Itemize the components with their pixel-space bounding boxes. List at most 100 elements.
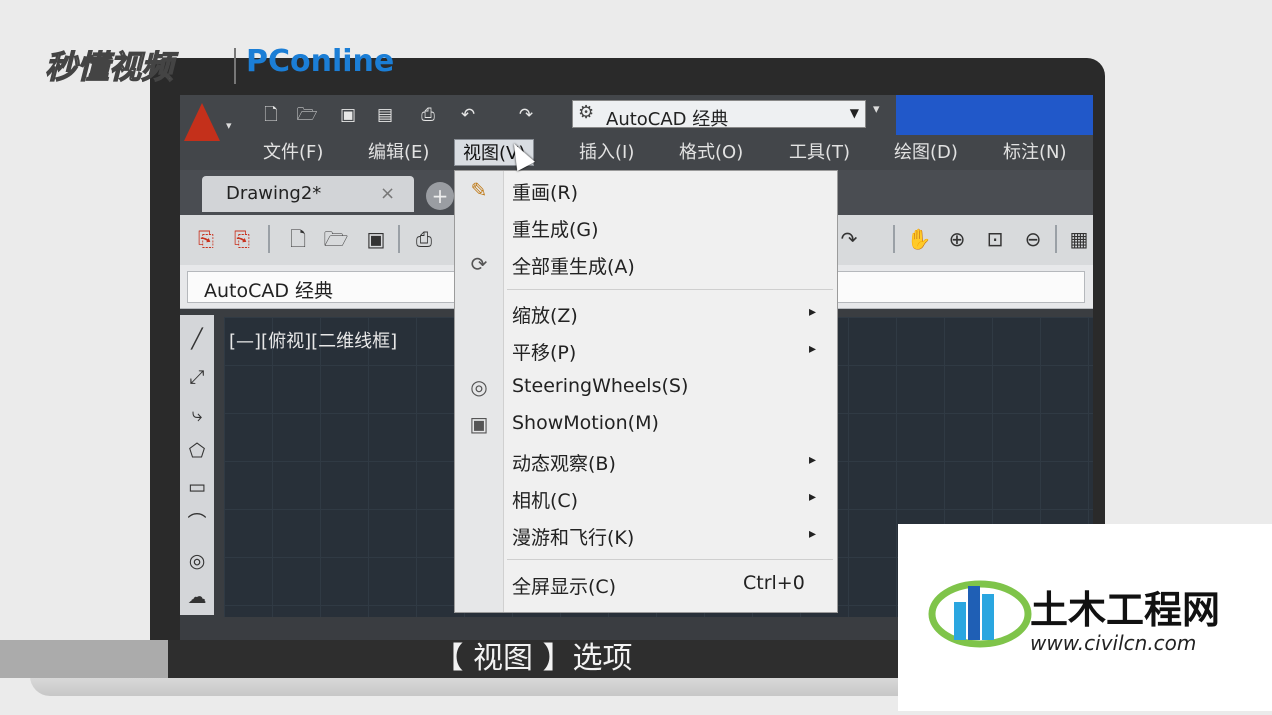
menu-tools[interactable]: 工具(T) [781,139,858,166]
zoom-previous-icon[interactable]: ⊖ [1019,225,1047,253]
toolbar-separator [268,225,270,253]
menu-dimension[interactable]: 标注(N) [995,139,1075,166]
submenu-arrow-icon: ▸ [809,489,817,505]
menu-item-camera[interactable]: 相机(C) ▸ [455,481,837,515]
new-icon[interactable]: 🗋 [284,225,312,253]
brand-url: www.civilcn.com [1030,631,1196,655]
menu-item-steeringwheels[interactable]: ◎ SteeringWheels(S) [455,370,837,404]
construction-line-icon[interactable]: ⤢ [185,365,209,389]
menu-item-label: 重画(R) [512,182,579,204]
civilcn-logo-panel: 土木工程网 www.civilcn.com [898,524,1272,711]
open-icon[interactable]: 🗁 [294,103,320,127]
menu-insert[interactable]: 插入(I) [571,139,642,166]
save-as-icon[interactable]: ▤ [372,103,398,127]
new-icon[interactable]: 🗋 [258,103,284,127]
menu-item-orbit[interactable]: 动态观察(B) ▸ [455,444,837,478]
miaodong-watermark: 秒懂视频 [44,47,174,86]
civilcn-logo: 土木工程网 www.civilcn.com [928,580,1220,655]
tab-label: Drawing2* [226,183,322,204]
rectangle-icon[interactable]: ▭ [185,475,209,499]
polygon-icon[interactable]: ⬠ [185,439,209,463]
print-icon[interactable]: ⎙ [410,225,438,253]
logo-building [982,594,994,640]
menu-item-label: ShowMotion(M) [512,412,659,434]
menu-item-label: 漫游和飞行(K) [512,527,635,549]
chevron-down-icon: ▾ [226,119,232,132]
menu-item-label: 缩放(Z) [512,305,578,327]
polyline-icon[interactable]: ⤷ [185,403,209,427]
menu-file[interactable]: 文件(F) [255,139,331,166]
menu-item-redraw[interactable]: ✎ 重画(R) [455,173,837,207]
toolbar-separator [1055,225,1057,253]
draw-toolbar: ╱ ⤢ ⤷ ⬠ ▭ ⌒ ◎ ☁ [180,315,214,615]
pdf-import-icon[interactable]: ⎘ [228,225,256,253]
menu-item-label: SteeringWheels(S) [512,375,689,397]
save-icon[interactable]: ▣ [335,103,361,127]
menu-item-regen-all[interactable]: ⟳ 全部重生成(A) [455,247,837,281]
customize-qat-icon[interactable]: ▾ [873,102,880,117]
redraw-icon: ✎ [470,178,488,202]
zoom-realtime-icon[interactable]: ⊕ [943,225,971,253]
circle-icon[interactable]: ◎ [185,549,209,573]
logo-building [954,602,966,640]
menu-format[interactable]: 格式(O) [671,139,751,166]
video-subtitle: 【 视图 】选项 [433,641,633,676]
menu-item-label: 全部重生成(A) [512,256,635,278]
toolbar-separator [893,225,895,253]
pdf-export-icon[interactable]: ⎘ [192,225,220,253]
workspace-dropdown-value: AutoCAD 经典 [606,109,729,130]
properties-icon[interactable]: ▦ [1065,225,1093,253]
menu-item-regen[interactable]: 重生成(G) [455,210,837,244]
tab-drawing2[interactable]: Drawing2* × [202,176,414,212]
submenu-arrow-icon: ▸ [809,526,817,542]
zoom-window-icon[interactable]: ⊡ [981,225,1009,253]
redo-icon[interactable]: ↷ [835,225,863,253]
undo-icon[interactable]: ↶ [455,103,481,127]
gear-icon: ⚙ [578,102,595,123]
menu-item-label: 动态观察(B) [512,453,616,475]
menu-item-label: 重生成(G) [512,219,599,241]
logo-building [968,586,980,640]
line-icon[interactable]: ╱ [185,327,209,351]
shortcut-label: Ctrl+0 [743,572,805,594]
menu-item-clean-screen[interactable]: 全屏显示(C) Ctrl+0 [455,567,837,601]
arc-icon[interactable]: ⌒ [185,511,209,535]
submenu-arrow-icon: ▸ [809,452,817,468]
application-menu-button[interactable]: ▾ [180,95,238,170]
open-icon[interactable]: 🗁 [322,225,350,253]
showmotion-icon: ▣ [469,412,489,436]
view-menu-dropdown: ✎ 重画(R) 重生成(G) ⟳ 全部重生成(A) 缩放(Z) ▸ 平移(P) … [454,170,838,613]
regen-all-icon: ⟳ [470,252,488,276]
new-tab-button[interactable]: + [426,182,454,210]
menu-item-label: 相机(C) [512,490,579,512]
submenu-arrow-icon: ▸ [809,341,817,357]
chevron-down-icon: ▼ [849,106,859,120]
brand-name: 土木工程网 [1030,588,1220,632]
revcloud-icon[interactable]: ☁ [185,585,209,609]
workspace-dropdown[interactable]: ⚙ AutoCAD 经典 ▼ [572,100,866,130]
steeringwheels-icon: ◎ [470,375,488,399]
redo-icon[interactable]: ↷ [513,103,539,127]
menu-item-walk-fly[interactable]: 漫游和飞行(K) ▸ [455,518,837,552]
menu-item-zoom[interactable]: 缩放(Z) ▸ [455,296,837,330]
autocad-logo-icon [184,103,220,141]
menu-separator [507,289,833,290]
menu-separator [507,559,833,560]
workspace-select-value: AutoCAD 经典 [204,280,334,302]
menu-item-pan[interactable]: 平移(P) ▸ [455,333,837,367]
menu-bar: 文件(F) 编辑(E) 视图(V) 插入(I) 格式(O) 工具(T) 绘图(D… [238,135,1093,170]
menu-edit[interactable]: 编辑(E) [360,139,437,166]
menu-draw[interactable]: 绘图(D) [886,139,966,166]
title-bar-accent [896,95,1093,135]
watermark-divider [234,48,236,84]
submenu-arrow-icon: ▸ [809,304,817,320]
save-icon[interactable]: ▣ [362,225,390,253]
viewport-controls[interactable]: [—][俯视][二维线框] [229,327,397,353]
menu-item-label: 平移(P) [512,342,577,364]
close-icon[interactable]: × [380,183,395,204]
pan-hand-icon[interactable]: ✋ [905,225,933,253]
print-icon[interactable]: ⎙ [415,103,441,127]
menu-item-label: 全屏显示(C) [512,576,617,598]
toolbar-separator [398,225,400,253]
menu-item-showmotion[interactable]: ▣ ShowMotion(M) [455,407,837,441]
